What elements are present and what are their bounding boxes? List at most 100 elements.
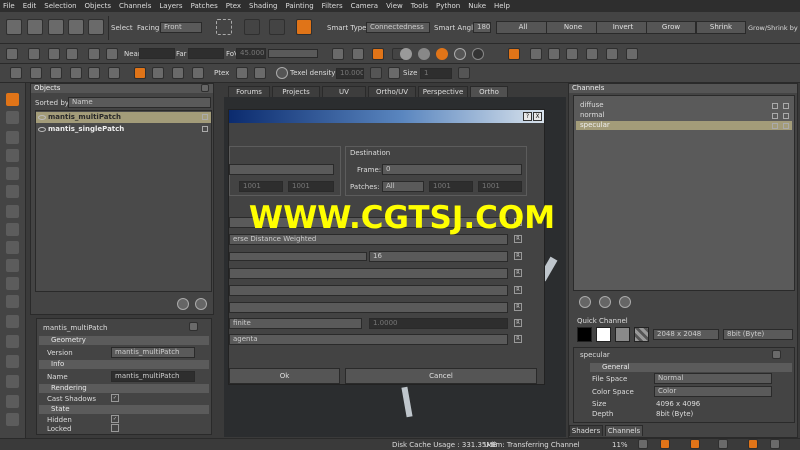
- menu-item[interactable]: Python: [436, 2, 460, 10]
- dotted-circle-icon[interactable]: [108, 67, 120, 79]
- shader-icon[interactable]: [352, 48, 364, 60]
- orange-sphere-icon[interactable]: [436, 48, 448, 60]
- undo-icon[interactable]: [10, 67, 22, 79]
- status-icon-6[interactable]: [770, 439, 780, 449]
- add-object-icon[interactable]: [177, 298, 189, 310]
- resolution-dropdown[interactable]: 2048 x 2048: [653, 329, 719, 340]
- list-icon[interactable]: [152, 67, 164, 79]
- select-none-button[interactable]: None: [546, 21, 600, 34]
- transform-icon[interactable]: [586, 48, 598, 60]
- grey-swatch[interactable]: [615, 327, 630, 342]
- tab-perspective[interactable]: Perspective: [418, 86, 468, 97]
- transform-tool-icon[interactable]: [6, 185, 19, 198]
- frame-field[interactable]: 0: [382, 164, 522, 175]
- axis-icon[interactable]: [566, 48, 578, 60]
- far-field[interactable]: [188, 48, 224, 59]
- active-shader-icon[interactable]: [372, 48, 384, 60]
- smart-angle-field[interactable]: 180: [473, 22, 491, 33]
- move-icon[interactable]: [30, 67, 42, 79]
- finite-value-field[interactable]: 1.0000: [369, 318, 508, 329]
- smart-select-icon[interactable]: [296, 19, 312, 35]
- channel-diffuse[interactable]: diffuse: [576, 101, 792, 110]
- list-item[interactable]: mantis_multiPatch: [36, 112, 211, 123]
- menu-item[interactable]: Tools: [411, 2, 428, 10]
- pin-tool-icon[interactable]: [6, 259, 19, 272]
- stamp-tool-icon[interactable]: [6, 241, 19, 254]
- arrow-move-icon[interactable]: [70, 67, 82, 79]
- texture-icon[interactable]: [332, 48, 344, 60]
- target-tool-icon[interactable]: [6, 295, 19, 308]
- option-field-4[interactable]: [229, 285, 508, 296]
- brush-tool-icon[interactable]: [6, 413, 19, 426]
- lock-icon[interactable]: [202, 114, 208, 120]
- clone-tool-icon[interactable]: [6, 375, 19, 388]
- menu-item[interactable]: Channels: [119, 2, 151, 10]
- add-channel-prop-icon[interactable]: [772, 350, 781, 359]
- menu-item[interactable]: Layers: [159, 2, 182, 10]
- tab-shaders[interactable]: Shaders: [569, 425, 603, 436]
- menu-item[interactable]: Nuke: [468, 2, 486, 10]
- tool-icon[interactable]: [68, 19, 84, 35]
- select-all-button[interactable]: All: [496, 21, 550, 34]
- status-icon-1[interactable]: [638, 439, 648, 449]
- frame-icon[interactable]: [88, 48, 100, 60]
- menu-item[interactable]: Painting: [285, 2, 313, 10]
- polygon-select-icon[interactable]: [269, 19, 285, 35]
- rendering-section[interactable]: Rendering: [39, 384, 209, 393]
- drop-tool-icon[interactable]: [6, 205, 19, 218]
- fov-slider[interactable]: [268, 49, 318, 58]
- tab-uv[interactable]: UV: [322, 86, 366, 97]
- rotate-icon[interactable]: [606, 48, 618, 60]
- tab-ortho-uv[interactable]: Ortho/UV: [368, 86, 416, 97]
- menu-item[interactable]: Objects: [85, 2, 111, 10]
- circle-tool-icon[interactable]: [6, 277, 19, 290]
- menu-item[interactable]: Help: [494, 2, 510, 10]
- tab-projects[interactable]: Projects: [272, 86, 320, 97]
- stack-icon[interactable]: [172, 67, 184, 79]
- shaded-sphere-icon[interactable]: [418, 48, 430, 60]
- tab-ortho[interactable]: Ortho: [470, 86, 508, 97]
- status-icon-2[interactable]: [660, 439, 670, 449]
- grow-selection-button[interactable]: Grow: [646, 21, 696, 34]
- reset-icon[interactable]: R: [514, 252, 522, 260]
- texel-arrow-icon[interactable]: [370, 67, 382, 79]
- hidden-checkbox[interactable]: ✓: [111, 415, 119, 423]
- grid-tool-icon[interactable]: [6, 223, 19, 236]
- viewport-icon[interactable]: [28, 48, 40, 60]
- status-icon-3[interactable]: [690, 439, 700, 449]
- menu-item[interactable]: Patches: [191, 2, 218, 10]
- shrink-selection-button[interactable]: Shrink: [696, 21, 746, 34]
- locked-checkbox[interactable]: [111, 424, 119, 432]
- file-space-dropdown[interactable]: Normal: [654, 373, 772, 384]
- menu-item[interactable]: View: [386, 2, 403, 10]
- status-icon-4[interactable]: [718, 439, 728, 449]
- lock-icon[interactable]: [202, 126, 208, 132]
- zoom-tool-icon[interactable]: [6, 149, 19, 162]
- cancel-button[interactable]: Cancel: [345, 368, 537, 384]
- weight-slider[interactable]: [229, 252, 367, 261]
- black-swatch[interactable]: [577, 327, 592, 342]
- channel-dup-icon[interactable]: [599, 296, 611, 308]
- close-file-icon[interactable]: [27, 19, 43, 35]
- menu-item[interactable]: File: [3, 2, 15, 10]
- sphere-tool-icon[interactable]: [6, 335, 19, 348]
- paint-tool-icon[interactable]: [88, 19, 104, 35]
- invert-selection-button[interactable]: Invert: [596, 21, 650, 34]
- mirror-icon[interactable]: [548, 48, 560, 60]
- menu-item[interactable]: Filters: [322, 2, 343, 10]
- texel-density-field[interactable]: 10.000: [336, 68, 364, 79]
- source-field-2[interactable]: 1001: [288, 181, 334, 192]
- visibility-icon[interactable]: [38, 127, 46, 132]
- info-section[interactable]: Info: [39, 360, 209, 369]
- facing-dropdown[interactable]: Front: [160, 22, 202, 33]
- channel-delete-icon[interactable]: [619, 296, 631, 308]
- patches-dropdown[interactable]: All: [382, 181, 424, 192]
- reset-icon[interactable]: R: [514, 235, 522, 243]
- wire-sphere-icon[interactable]: [454, 48, 466, 60]
- visibility-icon[interactable]: [38, 115, 46, 120]
- finite-dropdown[interactable]: finite: [229, 318, 362, 329]
- light-icon[interactable]: [106, 48, 118, 60]
- menu-item[interactable]: Selection: [44, 2, 76, 10]
- marquee-tool-icon[interactable]: [6, 111, 19, 124]
- ptex-split-icon[interactable]: [254, 67, 266, 79]
